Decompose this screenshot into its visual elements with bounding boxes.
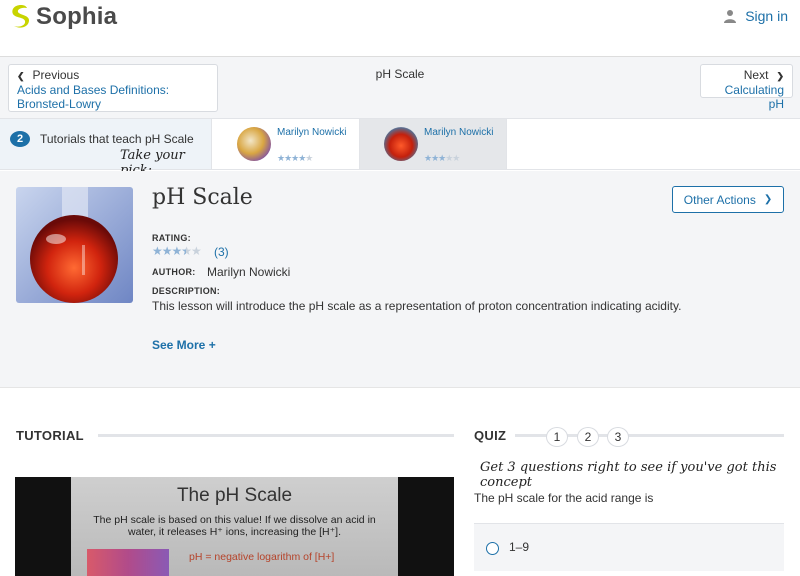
tutorial-picker-info: 2 Tutorials that teach pH Scale Take you… [0, 119, 212, 178]
tutorial-count-badge: 2 [10, 131, 30, 147]
tutorial-option-2-selected[interactable]: Marilyn Nowicki ★★★★★ [360, 119, 507, 169]
slide-title: The pH Scale [176, 485, 293, 506]
tutorial-video-player[interactable]: The pH Scale The pH scale is based on th… [15, 477, 454, 576]
current-tutorial-title: pH Scale [375, 67, 425, 81]
other-actions-label: Other Actions [683, 192, 756, 207]
user-icon [724, 10, 737, 23]
author-label: AUTHOR: [152, 267, 196, 277]
top-header: Sophia Sign in [0, 0, 800, 57]
rating-label: RATING: [152, 233, 191, 243]
sign-in-label: Sign in [745, 8, 788, 24]
quiz-step-3[interactable]: 3 [607, 427, 629, 447]
answer-radio[interactable] [486, 542, 499, 555]
lesson-title: pH Scale [152, 185, 253, 210]
sign-in-link[interactable]: Sign in [723, 8, 788, 24]
description-label: DESCRIPTION: [152, 286, 221, 296]
quiz-step-2[interactable]: 2 [577, 427, 599, 447]
sophia-logo-icon [12, 5, 30, 28]
tutorial-picker: 2 Tutorials that teach pH Scale Take you… [0, 118, 800, 178]
rating-stars: ★★★★★★ [152, 244, 202, 258]
flask-image [16, 187, 133, 303]
tutorial-rating-stars: ★★★★★ [424, 153, 460, 163]
tutorial-thumbnail [237, 127, 271, 161]
lesson-thumbnail [16, 187, 133, 303]
rating-count-link[interactable]: (3) [214, 245, 229, 259]
quiz-answer-option[interactable]: 1–9 [474, 523, 784, 571]
next-label: Next [743, 68, 769, 82]
tutorial-navigation: ❮ Previous Acids and Bases Definitions: B… [0, 57, 800, 118]
sophia-logo[interactable]: Sophia [10, 3, 117, 31]
tutorial-count-label: Tutorials that teach pH Scale [40, 132, 194, 146]
chevron-down-icon: ❯ [763, 194, 773, 205]
quiz-step-1[interactable]: 1 [546, 427, 568, 447]
tutorial-author: Marilyn Nowicki [277, 127, 347, 138]
previous-tutorial-link[interactable]: Acids and Bases Definitions: Bronsted-Lo… [17, 83, 209, 111]
author-name: Marilyn Nowicki [207, 265, 291, 279]
logo-text: Sophia [36, 3, 118, 30]
chevron-right-icon: ❯ [776, 71, 784, 81]
tutorial-heading: TUTORIAL [16, 428, 84, 443]
lesson-overview: pH Scale Other Actions ❯ RATING: ★★★★★★ … [0, 171, 800, 388]
lesson-description: This lesson will introduce the pH scale … [152, 299, 682, 313]
tutorial-option-1[interactable]: Marilyn Nowicki ★★★★★ [213, 119, 360, 169]
slide-image [87, 549, 169, 576]
next-button[interactable]: Next ❯ Calculating pH [700, 64, 793, 111]
quiz-question: The pH scale for the acid range is [474, 491, 654, 505]
tutorial-thumbnail [384, 127, 418, 161]
see-more-link[interactable]: See More + [152, 338, 216, 352]
quiz-heading: QUIZ [474, 428, 507, 443]
video-slide: The pH Scale The pH scale is based on th… [71, 477, 398, 576]
answer-text: 1–9 [509, 540, 530, 554]
quiz-call-to-action: Get 3 questions right to see if you've g… [480, 460, 777, 490]
slide-formula: pH = negative logarithm of [H+] [189, 551, 335, 563]
tutorial-divider [98, 434, 454, 437]
tutorial-rating-stars: ★★★★★ [277, 153, 313, 163]
next-tutorial-link[interactable]: Calculating pH [709, 83, 784, 111]
other-actions-button[interactable]: Other Actions ❯ [672, 186, 784, 213]
tutorial-author: Marilyn Nowicki [424, 127, 494, 138]
slide-body: The pH scale is based on this value! If … [93, 514, 376, 538]
